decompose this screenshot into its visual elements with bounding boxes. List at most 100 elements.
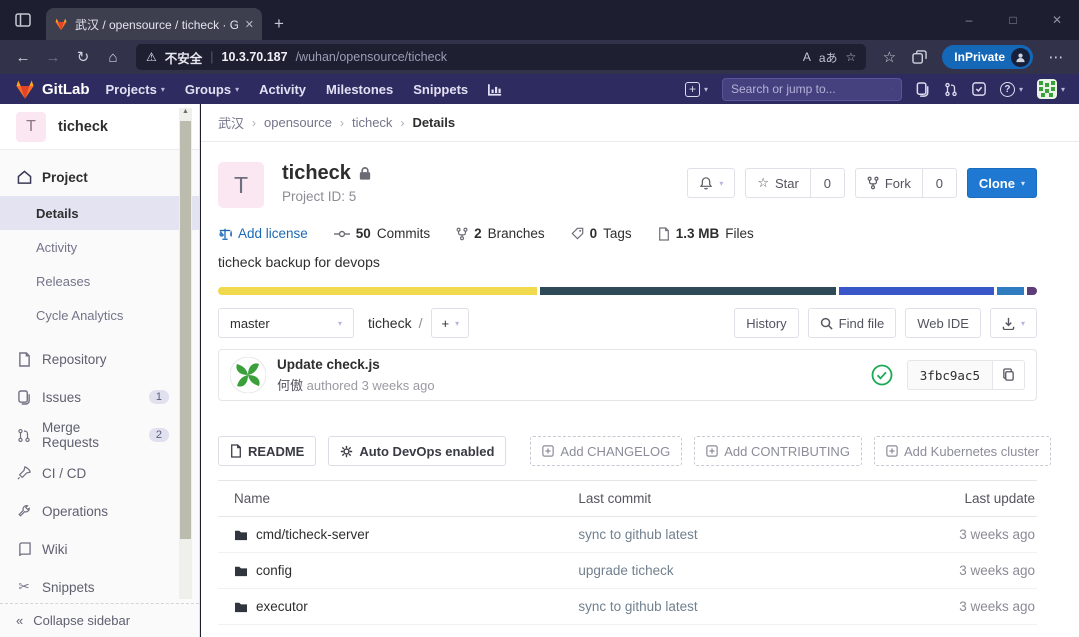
sidebar-item-activity[interactable]: Activity <box>0 230 199 264</box>
nav-projects[interactable]: Projects▾ <box>106 82 165 97</box>
add-license-link[interactable]: Add license <box>218 226 308 241</box>
tags-stat[interactable]: 0Tags <box>571 226 632 241</box>
issues-icon[interactable] <box>916 82 930 97</box>
language-segment <box>540 287 837 295</box>
sidebar-item-repository[interactable]: Repository <box>0 340 199 378</box>
tab-close-icon[interactable]: ✕ <box>245 18 254 31</box>
minimize-button[interactable]: – <box>947 13 991 27</box>
download-button[interactable]: ▾ <box>990 308 1037 338</box>
scrollbar-up-icon[interactable]: ▲ <box>179 108 192 115</box>
sidebar-project-header[interactable]: T ticheck <box>0 104 199 150</box>
tab-actions-icon[interactable] <box>0 0 46 40</box>
fork-count[interactable]: 0 <box>923 168 957 198</box>
readme-button[interactable]: README <box>218 436 316 466</box>
breadcrumb-subgroup[interactable]: opensource <box>264 115 332 130</box>
copy-sha-button[interactable] <box>993 360 1025 390</box>
notifications-button[interactable]: ▾ <box>687 168 735 198</box>
fork-button[interactable]: Fork <box>855 168 923 198</box>
commit-link[interactable]: sync to github latest <box>578 599 917 614</box>
table-row[interactable]: cmd/ticheck-server sync to github latest… <box>218 517 1037 553</box>
sidebar-item-merge-requests[interactable]: Merge Requests 2 <box>0 416 199 454</box>
close-button[interactable]: ✕ <box>1035 13 1079 27</box>
scrollbar-thumb[interactable] <box>180 121 191 539</box>
refresh-icon[interactable]: ↻ <box>70 48 96 66</box>
translate-icon[interactable]: aあ <box>819 49 838 66</box>
files-stat[interactable]: 1.3 MBFiles <box>658 226 754 241</box>
user-menu-button[interactable]: ▾ <box>1037 79 1065 99</box>
commit-author[interactable]: 何傲 <box>277 378 303 393</box>
read-aloud-icon[interactable]: A <box>803 50 811 64</box>
todos-icon[interactable] <box>972 82 986 96</box>
home-icon[interactable]: ⌂ <box>100 49 126 66</box>
browser-menu-icon[interactable]: ⋯ <box>1043 48 1069 66</box>
back-icon[interactable]: ← <box>10 49 36 66</box>
search-icon <box>820 317 833 330</box>
sidebar-item-wiki[interactable]: Wiki <box>0 530 199 568</box>
add-file-button[interactable]: + ▾ <box>431 308 469 338</box>
add-favorite-icon[interactable]: ☆ <box>846 50 857 64</box>
sidebar-scrollbar[interactable]: ▲ <box>179 108 192 599</box>
sidebar-item-project[interactable]: Project <box>0 158 199 196</box>
search-input[interactable] <box>731 82 886 96</box>
nav-milestones[interactable]: Milestones <box>326 82 393 97</box>
address-bar[interactable]: ⚠ 不安全 | 10.3.70.187 /wuhan/opensource/ti… <box>136 44 866 70</box>
gitlab-logo[interactable]: GitLab <box>14 78 90 100</box>
new-menu-button[interactable]: + ▾ <box>685 82 708 97</box>
not-secure-label[interactable]: 不安全 <box>165 48 203 67</box>
url-host: 10.3.70.187 <box>222 50 288 64</box>
sidebar-item-issues[interactable]: Issues 1 <box>0 378 199 416</box>
sidebar-item-cycle-analytics[interactable]: Cycle Analytics <box>0 298 199 332</box>
favorites-icon[interactable]: ☆ <box>876 48 902 66</box>
inprivate-badge[interactable]: InPrivate <box>942 45 1033 69</box>
commit-message[interactable]: Update check.js <box>277 357 435 372</box>
add-contributing-button[interactable]: Add CONTRIBUTING <box>694 436 862 466</box>
auto-devops-button[interactable]: Auto DevOps enabled <box>328 436 506 466</box>
help-menu-button[interactable]: ? ▾ <box>1000 82 1023 97</box>
sidebar-item-ci-cd[interactable]: CI / CD <box>0 454 199 492</box>
breadcrumb-project[interactable]: ticheck <box>352 115 392 130</box>
file-name[interactable]: cmd/ticheck-server <box>256 527 369 542</box>
forward-icon[interactable]: → <box>40 49 66 66</box>
star-button[interactable]: ☆ Star <box>745 168 811 198</box>
star-count[interactable]: 0 <box>811 168 845 198</box>
collapse-sidebar-button[interactable]: « Collapse sidebar <box>0 603 199 637</box>
clone-button[interactable]: Clone ▾ <box>967 168 1037 198</box>
inprivate-label: InPrivate <box>954 50 1005 64</box>
sidebar-item-snippets[interactable]: ✂ Snippets <box>0 568 199 606</box>
charts-icon[interactable] <box>488 83 502 96</box>
collections-icon[interactable] <box>906 50 932 64</box>
add-kubernetes-button[interactable]: Add Kubernetes cluster <box>874 436 1051 466</box>
nav-snippets[interactable]: Snippets <box>413 82 468 97</box>
sidebar-item-operations[interactable]: Operations <box>0 492 199 530</box>
merge-requests-icon[interactable] <box>944 82 958 97</box>
commit-link[interactable]: upgrade ticheck <box>578 563 917 578</box>
file-name[interactable]: config <box>256 563 292 578</box>
table-row[interactable]: executor sync to github latest 3 weeks a… <box>218 589 1037 625</box>
project-description: ticheck backup for devops <box>218 254 1037 270</box>
nav-activity[interactable]: Activity <box>259 82 306 97</box>
file-name[interactable]: executor <box>256 599 308 614</box>
commit-sha[interactable]: 3fbc9ac5 <box>907 360 993 390</box>
pipeline-passed-icon[interactable] <box>871 364 893 386</box>
breadcrumb-group[interactable]: 武汉 <box>218 113 244 132</box>
download-icon <box>1002 317 1015 330</box>
language-bar[interactable] <box>218 287 1037 295</box>
table-row[interactable]: config upgrade ticheck 3 weeks ago <box>218 553 1037 589</box>
branch-selector[interactable]: master ▾ <box>218 308 354 338</box>
commit-link[interactable]: sync to github latest <box>578 527 917 542</box>
chevron-down-icon: ▾ <box>704 85 708 94</box>
sidebar-item-details[interactable]: Details <box>0 196 199 230</box>
branches-stat[interactable]: 2Branches <box>456 226 545 241</box>
sidebar-item-releases[interactable]: Releases <box>0 264 199 298</box>
breadcrumb-current: Details <box>412 115 455 130</box>
maximize-button[interactable]: □ <box>991 13 1035 27</box>
nav-groups[interactable]: Groups▾ <box>185 82 239 97</box>
path-root[interactable]: ticheck <box>368 315 412 331</box>
commits-stat[interactable]: 50Commits <box>334 226 430 241</box>
new-tab-button[interactable]: + <box>262 14 298 40</box>
find-file-button[interactable]: Find file <box>808 308 897 338</box>
browser-tab[interactable]: 武汉 / opensource / ticheck · Gi ✕ <box>46 8 262 40</box>
web-ide-button[interactable]: Web IDE <box>905 308 981 338</box>
add-changelog-button[interactable]: Add CHANGELOG <box>530 436 682 466</box>
history-button[interactable]: History <box>734 308 798 338</box>
